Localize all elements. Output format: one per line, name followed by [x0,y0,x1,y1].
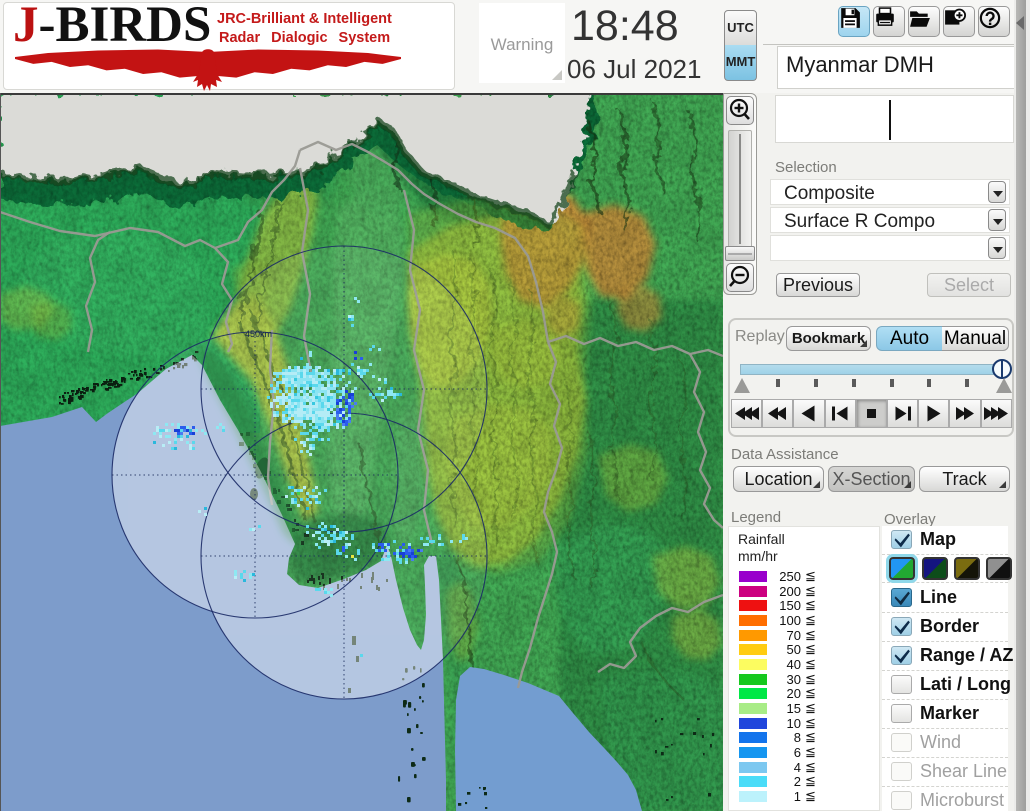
svg-text:450km: 450km [245,329,272,339]
